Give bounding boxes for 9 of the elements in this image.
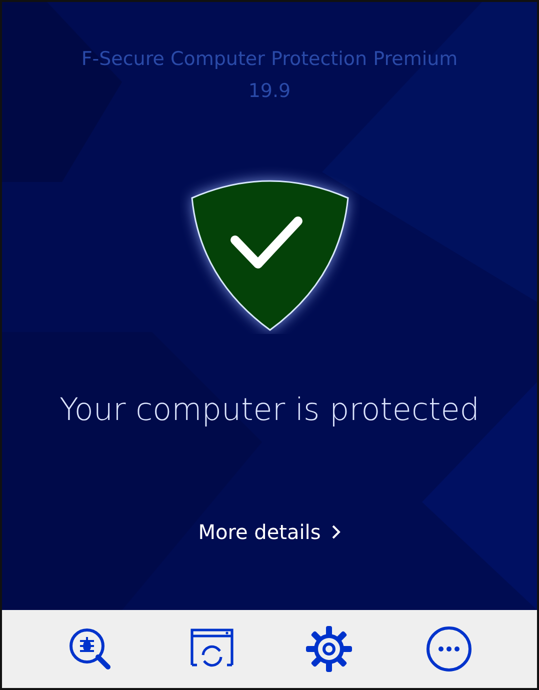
- app-title: F-Secure Computer Protection Premium: [81, 47, 458, 72]
- more-icon: [425, 625, 474, 673]
- chevron-icon: [330, 524, 341, 540]
- toolbar-button[interactable]: [424, 624, 474, 674]
- version-number: 19.9: [248, 79, 291, 104]
- settings-icon: [305, 625, 354, 673]
- toolbar-button[interactable]: [304, 624, 354, 674]
- more-details-link[interactable]: More details: [194, 518, 345, 546]
- status-message: Your computer is protected: [60, 392, 480, 428]
